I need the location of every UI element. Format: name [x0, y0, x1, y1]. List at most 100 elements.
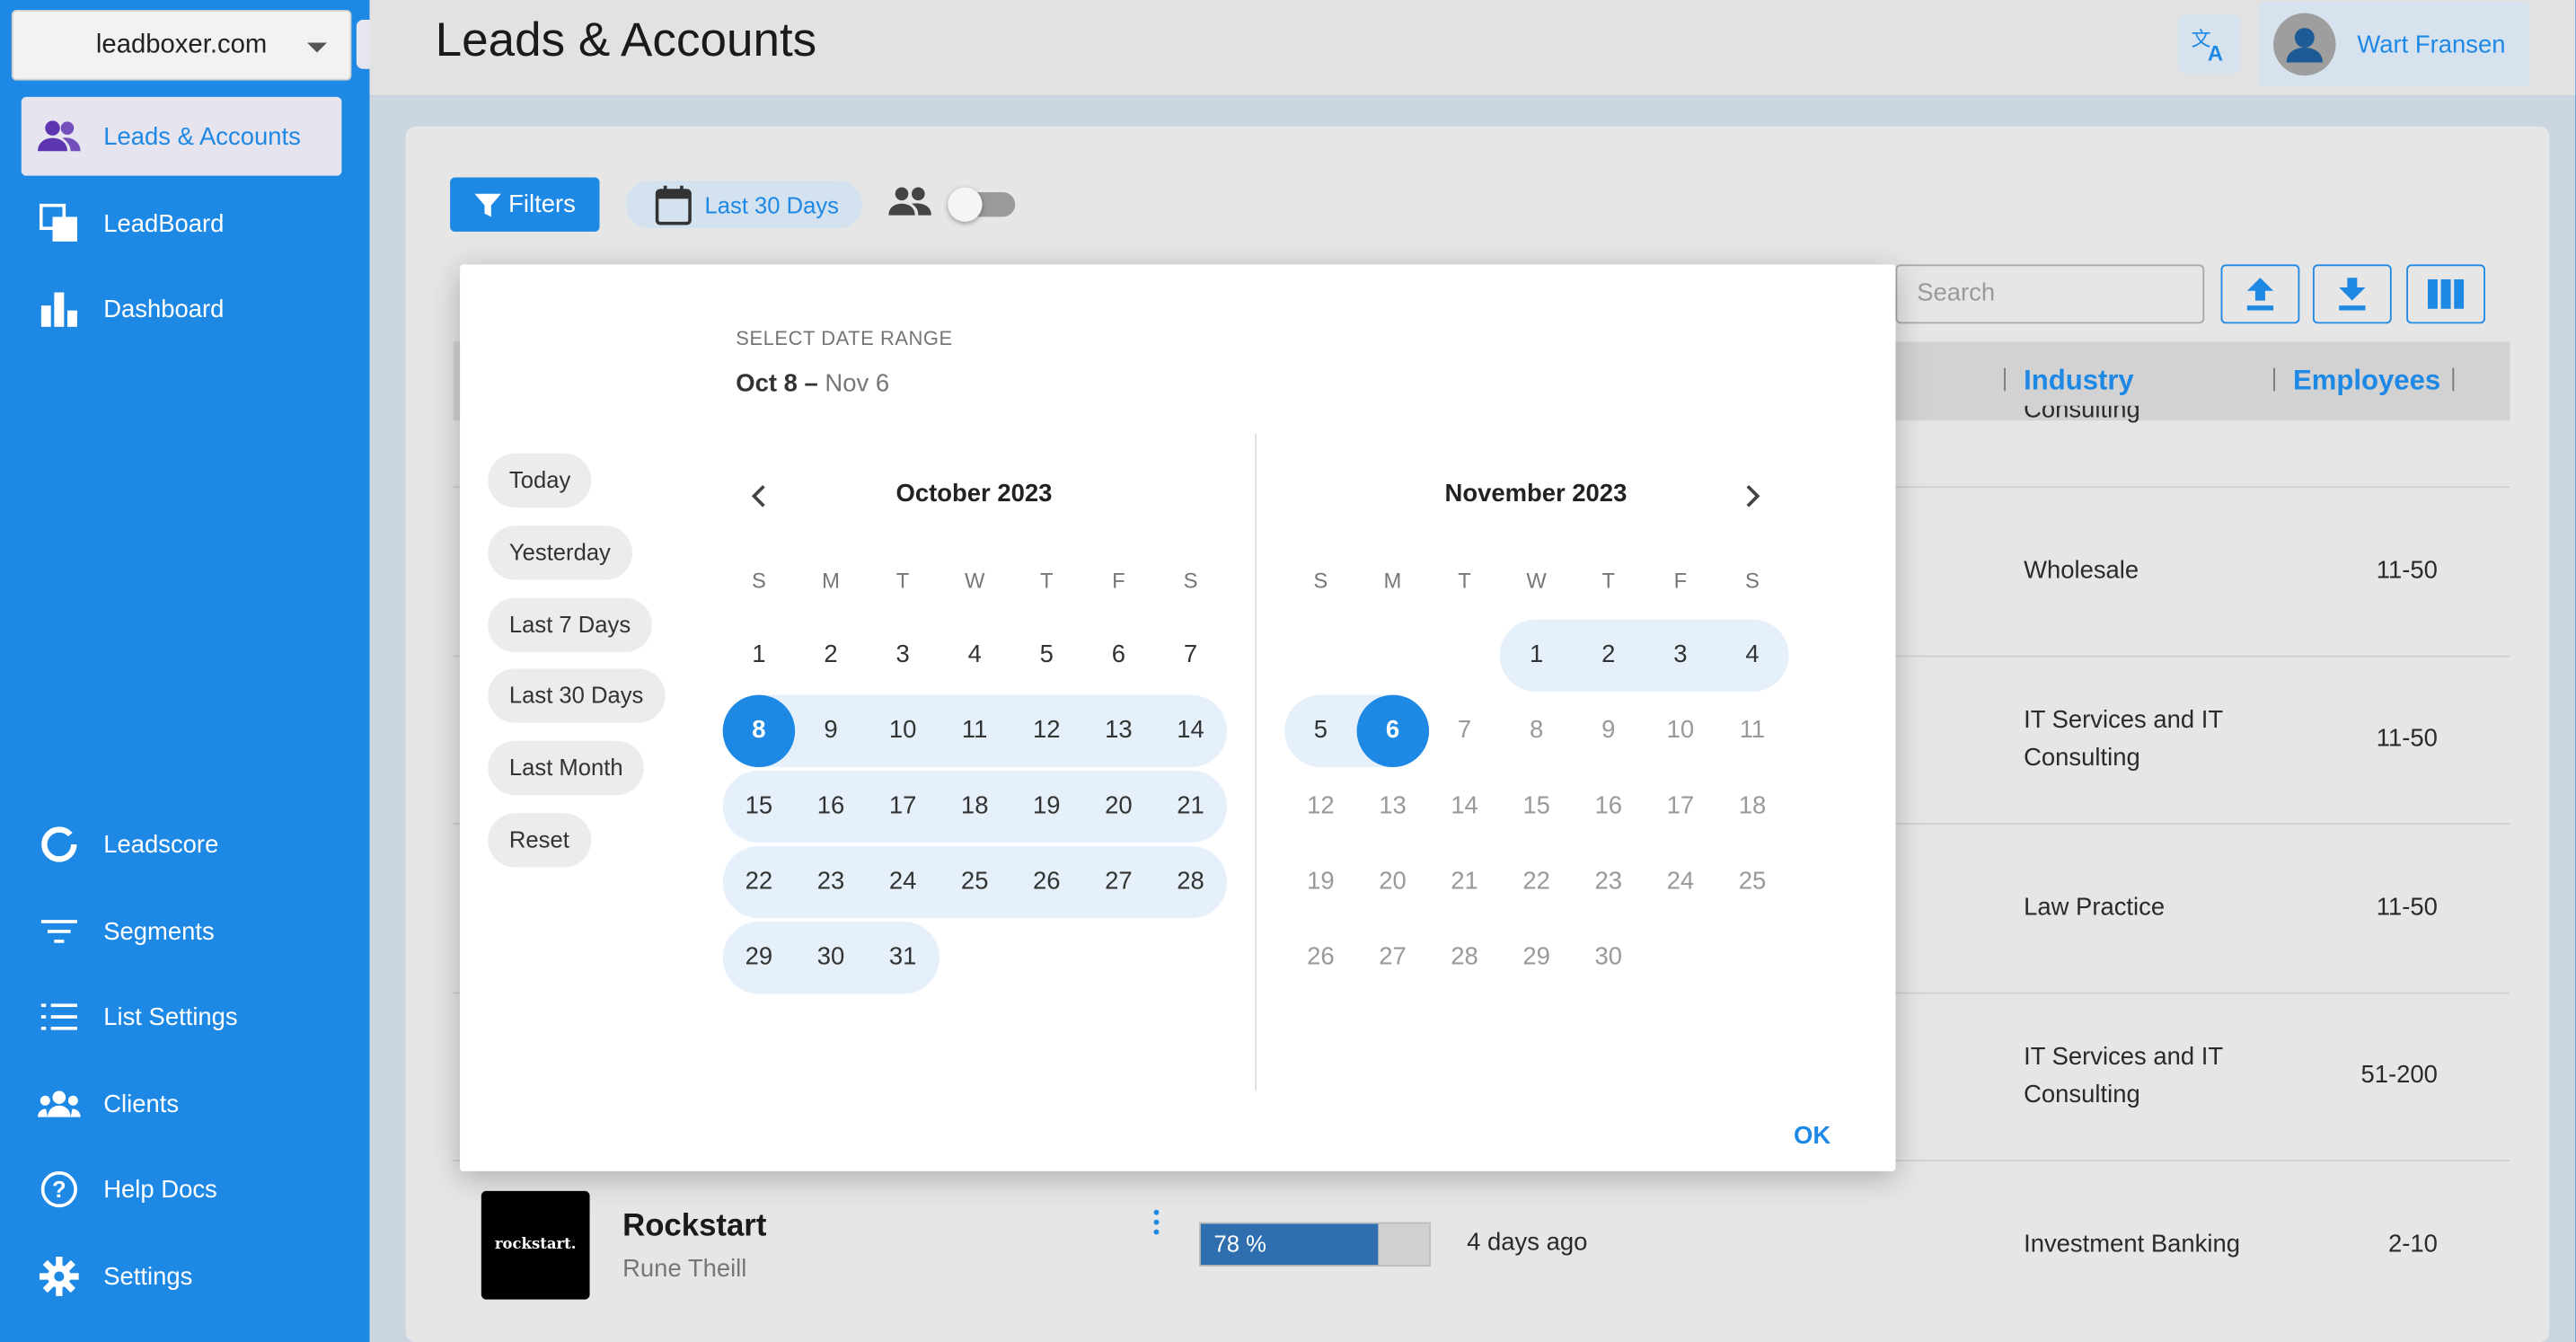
sidebar-item-list-settings[interactable]: List Settings — [22, 977, 342, 1056]
sidebar-item-leadscore[interactable]: Leadscore — [22, 805, 342, 884]
preset-reset[interactable]: Reset — [488, 813, 591, 868]
sidebar: leadboxer.com Leads & Accounts LeadBoard… — [0, 0, 370, 1342]
calendar-day[interactable]: 22 — [723, 846, 795, 918]
sidebar-item-help-docs[interactable]: ? Help Docs — [22, 1150, 342, 1229]
account-view-toggle[interactable] — [948, 187, 1016, 222]
user-menu[interactable]: Wart Fransen — [2258, 1, 2530, 87]
calendar-day[interactable]: 6 — [1356, 694, 1429, 768]
calendar-day[interactable]: 4 — [939, 619, 1010, 691]
calendar-day[interactable]: 15 — [1500, 771, 1572, 843]
calendar-day[interactable]: 28 — [1428, 922, 1500, 993]
calendar-day[interactable]: 14 — [1154, 695, 1226, 767]
calendar-day[interactable]: 20 — [1356, 846, 1428, 918]
calendar-day[interactable]: 27 — [1356, 922, 1428, 993]
calendar-day[interactable]: 2 — [795, 619, 867, 691]
calendar-day[interactable]: 27 — [1082, 846, 1154, 918]
calendar-day[interactable]: 26 — [1010, 846, 1082, 918]
sidebar-item-leadboard[interactable]: LeadBoard — [22, 184, 342, 263]
calendar-day[interactable]: 8 — [722, 694, 796, 768]
columns-button[interactable] — [2406, 264, 2485, 324]
preset-yesterday[interactable]: Yesterday — [488, 525, 632, 580]
calendar-day[interactable]: 26 — [1284, 922, 1356, 993]
calendar-day[interactable]: 21 — [1154, 771, 1226, 843]
calendar-day[interactable]: 17 — [1645, 771, 1716, 843]
filters-label: Filters — [508, 190, 576, 219]
calendar-day[interactable]: 20 — [1082, 771, 1154, 843]
preset-today[interactable]: Today — [488, 453, 593, 508]
upload-button[interactable] — [2220, 264, 2300, 324]
preset-last-month[interactable]: Last Month — [488, 740, 645, 796]
gear-icon — [38, 1255, 81, 1298]
calendar-day[interactable]: 12 — [1284, 771, 1356, 843]
column-separator — [2273, 367, 2275, 392]
calendar-day[interactable]: 21 — [1428, 846, 1500, 918]
calendar-day[interactable]: 24 — [867, 846, 939, 918]
search-input[interactable]: Search — [1895, 264, 2205, 324]
calendar-day[interactable]: 22 — [1500, 846, 1572, 918]
sidebar-item-settings[interactable]: Settings — [22, 1237, 342, 1316]
calendar-day[interactable]: 19 — [1010, 771, 1082, 843]
calendar-day[interactable]: 17 — [867, 771, 939, 843]
prev-month-button[interactable] — [743, 480, 776, 513]
calendar-day[interactable]: 14 — [1428, 771, 1500, 843]
calendar-day[interactable]: 5 — [1284, 695, 1356, 767]
company-logo: rockstart. — [481, 1190, 590, 1300]
preset-last-30-days[interactable]: Last 30 Days — [488, 668, 666, 723]
company-name[interactable]: Rockstart — [622, 1209, 766, 1245]
calendar-day[interactable]: 9 — [795, 695, 867, 767]
calendar-day[interactable]: 10 — [1645, 695, 1716, 767]
sidebar-item-clients[interactable]: Clients — [22, 1064, 342, 1143]
column-header-industry[interactable]: Industry — [2024, 365, 2134, 398]
calendar-day[interactable]: 6 — [1082, 619, 1154, 691]
calendar-day[interactable]: 15 — [723, 771, 795, 843]
employees-cell: 51-200 — [2360, 1061, 2438, 1090]
calendar-day[interactable]: 29 — [1500, 922, 1572, 993]
date-range-chip[interactable]: Last 30 Days — [625, 181, 863, 229]
translate-button[interactable]: 文A — [2177, 14, 2241, 75]
calendar-day[interactable]: 13 — [1356, 771, 1428, 843]
calendar-day[interactable]: 5 — [1010, 619, 1082, 691]
calendar-day[interactable]: 28 — [1154, 846, 1226, 918]
calendar-day[interactable]: 3 — [867, 619, 939, 691]
people-icon — [888, 186, 931, 227]
calendar-day[interactable]: 11 — [1716, 695, 1788, 767]
calendar-day[interactable]: 10 — [867, 695, 939, 767]
month-title: November 2023 — [1444, 480, 1628, 508]
calendar-day[interactable]: 29 — [723, 922, 795, 993]
calendar-day[interactable]: 30 — [795, 922, 867, 993]
next-month-button[interactable] — [1736, 480, 1769, 513]
calendar-day[interactable]: 25 — [1716, 846, 1788, 918]
column-separator — [2452, 367, 2455, 392]
sidebar-item-leads-accounts[interactable]: Leads & Accounts — [21, 96, 342, 176]
calendar-day[interactable]: 7 — [1154, 619, 1226, 691]
filters-button[interactable]: Filters — [450, 177, 600, 232]
calendar-day[interactable]: 4 — [1716, 619, 1788, 691]
industry-cell: Investment Banking — [2024, 1230, 2241, 1258]
calendar-day[interactable]: 24 — [1645, 846, 1716, 918]
calendar-day[interactable]: 13 — [1082, 695, 1154, 767]
calendar-day[interactable]: 23 — [1573, 846, 1645, 918]
calendar-day[interactable]: 8 — [1500, 695, 1572, 767]
sidebar-item-segments[interactable]: Segments — [22, 892, 342, 971]
calendar-day[interactable]: 16 — [795, 771, 867, 843]
calendar-day[interactable]: 9 — [1573, 695, 1645, 767]
calendar-day[interactable]: 7 — [1428, 695, 1500, 767]
calendar-day[interactable]: 19 — [1284, 846, 1356, 918]
calendar-day[interactable]: 16 — [1573, 771, 1645, 843]
calendar-day[interactable]: 1 — [723, 619, 795, 691]
sidebar-item-label: Settings — [103, 1262, 193, 1291]
calendar-day[interactable]: 3 — [1645, 619, 1716, 691]
domain-select[interactable]: leadboxer.com — [11, 9, 352, 81]
column-header-employees[interactable]: Employees — [2293, 365, 2440, 398]
download-button[interactable] — [2312, 264, 2392, 324]
preset-last-7-days[interactable]: Last 7 Days — [488, 597, 652, 653]
calendar-day[interactable]: 2 — [1573, 619, 1645, 691]
more-vert-icon[interactable] — [1150, 1209, 1163, 1243]
sidebar-item-dashboard[interactable]: Dashboard — [22, 269, 342, 349]
calendar-day[interactable]: 23 — [795, 846, 867, 918]
calendar-day[interactable]: 30 — [1573, 922, 1645, 993]
calendar-day[interactable]: 18 — [1716, 771, 1788, 843]
calendar-day[interactable]: 12 — [1010, 695, 1082, 767]
ok-button[interactable]: OK — [1794, 1122, 1831, 1150]
calendar-day[interactable]: 31 — [867, 922, 939, 993]
